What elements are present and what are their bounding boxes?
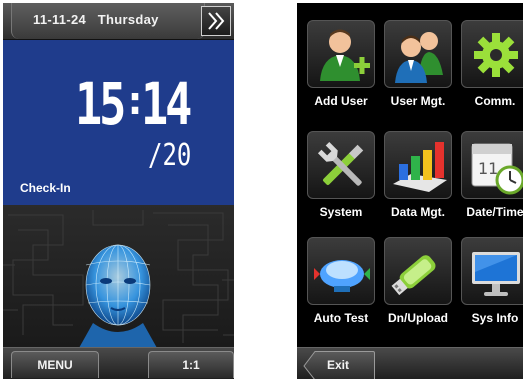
- add-user-icon: [320, 29, 370, 81]
- menu-label-system: System: [319, 205, 363, 219]
- date-text: 11-11-24: [33, 12, 87, 27]
- menu-label-sys-info: Sys Info: [471, 311, 519, 325]
- menu-label-data-mgt: Data Mgt.: [391, 205, 445, 219]
- weekday-text: Thursday: [97, 12, 159, 27]
- menu-item-comm[interactable]: [461, 20, 523, 88]
- clock-minutes: 14: [141, 70, 192, 138]
- bar-chart-icon: [393, 142, 447, 192]
- tools-icon: [317, 141, 364, 186]
- menu-item-system[interactable]: [307, 131, 375, 199]
- test-icon: [314, 260, 370, 292]
- clock-day: /20: [148, 138, 192, 173]
- exit-label: Exit: [327, 358, 350, 372]
- bottom-bar: MENU 1:1: [3, 347, 234, 379]
- menu-item-dn-upload[interactable]: [384, 237, 452, 305]
- menu-label-dn-upload: Dn/Upload: [388, 311, 448, 325]
- main-menu-screen: Add User User Mgt. Comm. System Data Mgt…: [297, 3, 523, 379]
- gear-icon: [474, 33, 518, 77]
- face-scan-icon: [79, 244, 157, 348]
- double-chevron-right-icon: [208, 12, 225, 30]
- menu-label-add-user: Add User: [314, 94, 368, 108]
- user-management-icon: [395, 32, 443, 83]
- face-panel: [3, 205, 234, 348]
- menu-item-user-mgt[interactable]: [384, 20, 452, 88]
- monitor-icon: [472, 252, 520, 296]
- menu-label-date-time: Date/Time: [466, 205, 523, 219]
- clock-hours: 15: [75, 70, 126, 138]
- next-button[interactable]: [201, 6, 231, 36]
- clock-panel: 15 : 14 /20 Check-In: [3, 40, 234, 205]
- date-display: 11-11-24 Thursday: [33, 12, 159, 27]
- usb-drive-icon: [391, 255, 436, 296]
- menu-item-date-time[interactable]: 11: [461, 131, 523, 199]
- attendance-screen: 11-11-24 Thursday 15 : 14 /20 Check-In M…: [3, 3, 234, 379]
- menu-label-user-mgt: User Mgt.: [390, 94, 446, 108]
- bottom-bar: Exit: [297, 347, 523, 379]
- status-label: Check-In: [20, 181, 71, 195]
- menu-item-auto-test[interactable]: [307, 237, 375, 305]
- svg-text:11: 11: [478, 159, 498, 178]
- menu-button[interactable]: MENU: [11, 351, 99, 378]
- menu-item-add-user[interactable]: [307, 20, 375, 88]
- exit-button[interactable]: Exit: [303, 351, 375, 379]
- menu-item-data-mgt[interactable]: [384, 131, 452, 199]
- menu-label-comm: Comm.: [474, 94, 516, 108]
- menu-item-sys-info[interactable]: [461, 237, 523, 305]
- one-to-one-button[interactable]: 1:1: [148, 351, 234, 378]
- calendar-clock-icon: 11: [471, 143, 523, 195]
- menu-label-auto-test: Auto Test: [313, 311, 369, 325]
